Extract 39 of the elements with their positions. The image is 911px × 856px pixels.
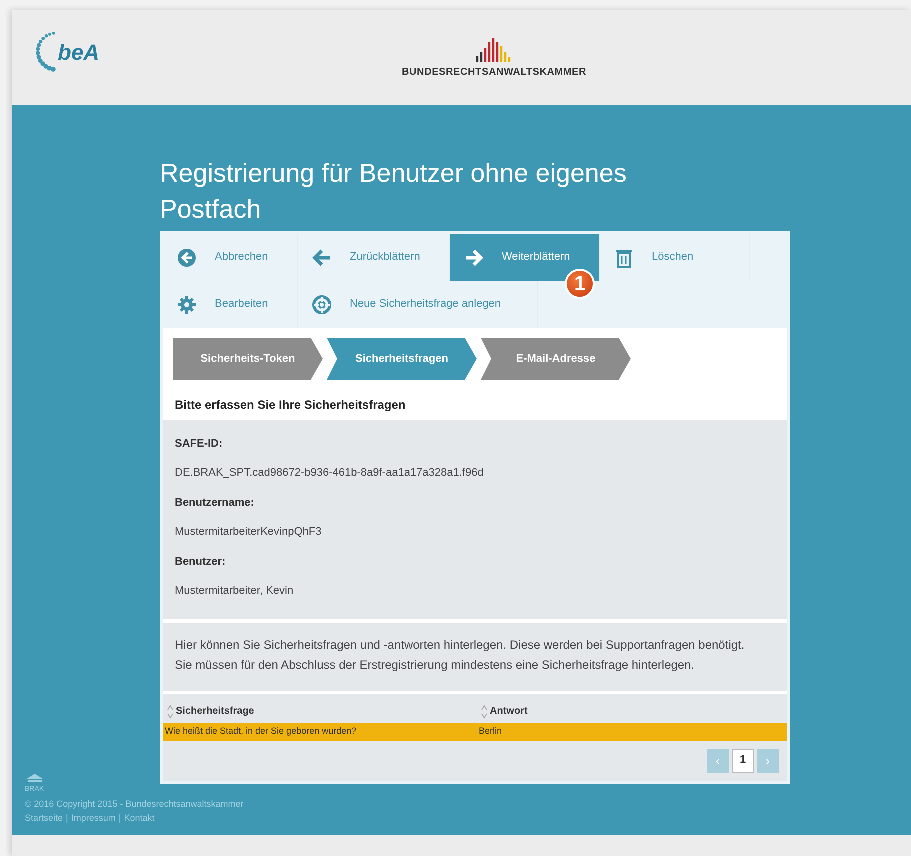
previous-page-button[interactable]: ‹ (707, 748, 729, 772)
field-label: SAFE-ID: (175, 437, 224, 452)
table-cell-text: Wie heißt die Stadt, in der Sie geboren wurden? (164, 725, 358, 738)
toolbar-button[interactable]: Bearbeiten (163, 281, 298, 328)
field-value: DE.BRAK_SPT.cad98672-b936-461b-8a9f-aa1a17a328a1.f96d (175, 466, 485, 480)
field-value: Mustermitarbeiter, Kevin (175, 584, 295, 598)
link-separator: | (66, 812, 68, 825)
page-button[interactable]: 1 (732, 748, 754, 772)
building-icon (25, 773, 45, 783)
swirl-logo-icon (36, 32, 56, 72)
wizard-step[interactable]: Sicherheitsfragen (327, 338, 477, 380)
sort-icon (167, 704, 174, 718)
logo-text: beA (58, 38, 100, 66)
link-separator: | (118, 812, 122, 825)
lifebuoy-icon (312, 294, 332, 314)
footer-link[interactable]: Impressum (71, 811, 116, 825)
sort-icon (481, 704, 488, 718)
section-heading: Bitte erfassen Sie Ihre Sicherheitsfragen (174, 397, 407, 414)
field-label: Benutzername: (175, 496, 256, 511)
footer-link[interactable]: Kontakt (124, 811, 155, 825)
footer-link[interactable]: Startseite (25, 811, 64, 825)
wizard-step[interactable]: Sicherheits-Token (173, 338, 323, 380)
brand-name: BUNDESRECHTSANWALTSKAMMER (402, 66, 587, 80)
toolbar-button[interactable]: Neue Sicherheitsfrage anlegen (298, 281, 538, 328)
column-header[interactable]: Sicherheitsfrage (176, 704, 254, 719)
field-label: Benutzer: (175, 555, 227, 570)
bar-logo-icon (476, 38, 512, 62)
next-page-button[interactable]: › (757, 748, 779, 772)
table-cell-text: Berlin (478, 725, 502, 738)
column-header[interactable]: Antwort (490, 704, 528, 719)
field-value: MustermitarbeiterKevinpQhF3 (175, 524, 323, 540)
gear-icon (177, 294, 197, 314)
wizard-step[interactable]: E-Mail-Adresse (481, 338, 631, 380)
arrow-right-icon (464, 248, 484, 268)
page-title: Registrierung für Benutzer ohne eigenes Postfach (160, 157, 628, 226)
arrow-left-icon (312, 248, 332, 268)
table-row[interactable]: Wie heißt die Stadt, in der Sie geboren wurden? Berlin (163, 723, 787, 740)
trash-icon (614, 248, 634, 268)
copyright-text: © 2016 Copyright 2015 - Bundesrechtsanwaltskammer (25, 798, 244, 811)
